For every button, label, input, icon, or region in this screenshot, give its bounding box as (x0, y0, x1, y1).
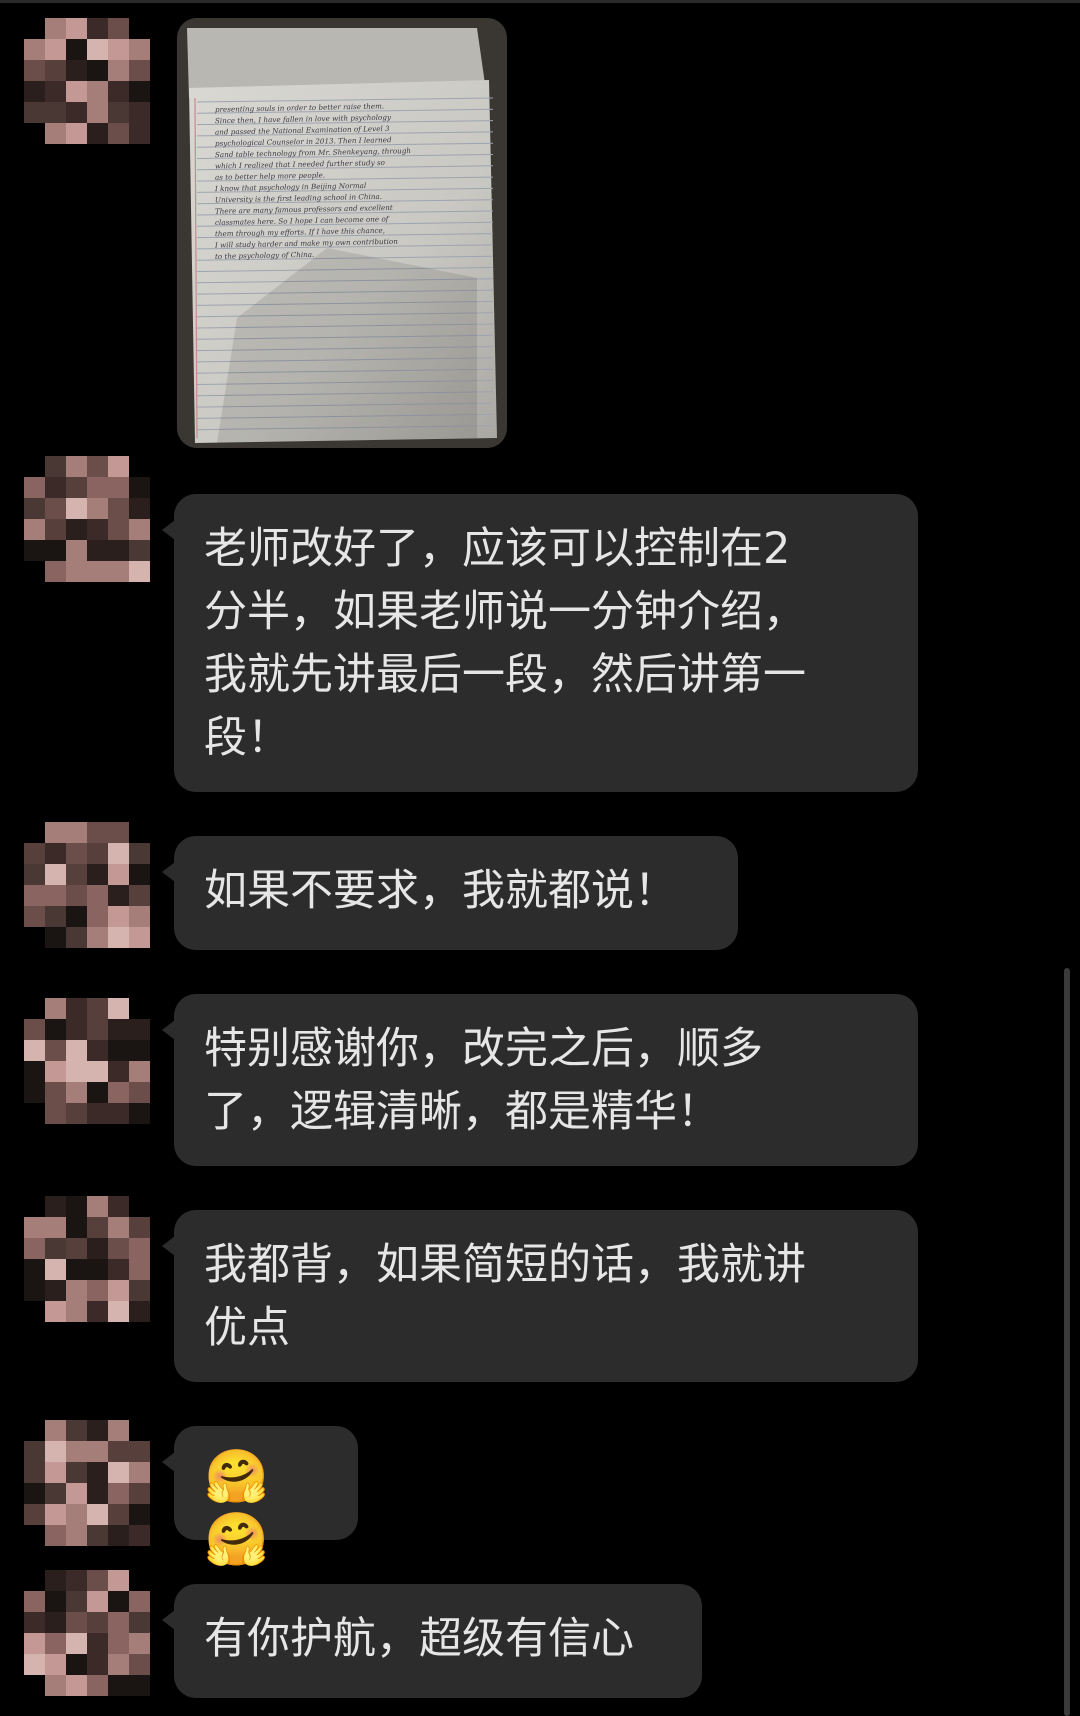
message-bubble[interactable]: 有你护航，超级有信心 (162, 1584, 702, 1698)
notebook-image: presenting souls in order to better rais… (177, 18, 507, 448)
avatar[interactable] (24, 998, 150, 1124)
message-bubble[interactable]: 特别感谢你，改完之后，顺多 了，逻辑清晰，都是精华！ (162, 994, 918, 1166)
notebook-photo[interactable]: presenting souls in order to better rais… (177, 18, 507, 448)
avatar[interactable] (24, 1196, 150, 1322)
avatar[interactable] (24, 1570, 150, 1696)
avatar[interactable] (24, 18, 150, 144)
avatar[interactable] (24, 1420, 150, 1546)
message-bubble[interactable]: 我都背，如果简短的话，我就讲 优点 (162, 1210, 918, 1382)
message-bubble[interactable]: 如果不要求，我就都说！ (162, 836, 738, 950)
avatar[interactable] (24, 456, 150, 582)
chat-view[interactable]: presenting souls in order to better rais… (0, 0, 1080, 1716)
message-bubble[interactable]: 老师改好了，应该可以控制在2 分半，如果老师说一分钟介绍， 我就先讲最后一段，然… (162, 494, 918, 792)
avatar[interactable] (24, 822, 150, 948)
emoji-bubble[interactable]: 🤗🤗 (162, 1426, 358, 1570)
scrollbar[interactable] (1064, 968, 1070, 1716)
top-divider (0, 0, 1080, 3)
